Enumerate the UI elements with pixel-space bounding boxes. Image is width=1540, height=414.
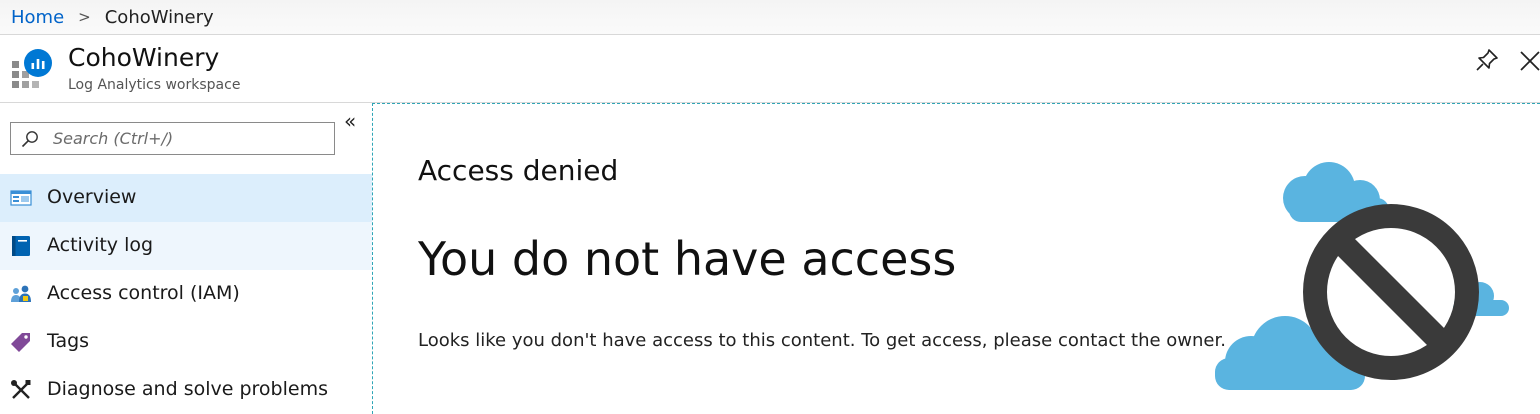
menu-search-box[interactable] (10, 122, 335, 155)
activity-log-icon (12, 236, 30, 256)
search-icon (21, 131, 38, 148)
tag-icon (11, 333, 30, 352)
log-analytics-workspace-icon (12, 49, 52, 88)
page-title: CohoWinery (68, 43, 220, 72)
menu-item-access-control[interactable]: Access control (IAM) (0, 270, 372, 318)
access-denied-message: Looks like you don't have access to this… (418, 330, 1226, 351)
menu-item-diagnose[interactable]: Diagnose and solve problems (0, 366, 372, 414)
resource-menu-list: Overview Activity log Access control (IA… (0, 174, 372, 414)
access-denied-eyebrow: Access denied (418, 154, 619, 187)
menu-item-label: Overview (47, 186, 137, 208)
pin-icon[interactable] (1474, 47, 1500, 73)
overview-icon (10, 190, 32, 206)
breadcrumb: Home > CohoWinery (0, 0, 1540, 35)
access-control-icon (11, 285, 31, 302)
page-subtitle: Log Analytics workspace (68, 77, 241, 93)
resource-menu: « Overview Activity log (0, 103, 372, 414)
wrench-icon (11, 380, 31, 399)
access-denied-headline: You do not have access (418, 232, 957, 286)
access-denied-panel: Access denied You do not have access Loo… (372, 103, 1540, 414)
breadcrumb-home-link[interactable]: Home (11, 7, 64, 28)
search-input[interactable] (53, 126, 323, 150)
close-icon[interactable] (1518, 47, 1540, 73)
menu-item-overview[interactable]: Overview (0, 174, 372, 222)
menu-item-label: Tags (47, 330, 90, 352)
menu-item-label: Access control (IAM) (47, 282, 240, 304)
no-access-clouds-illustration (1215, 162, 1509, 390)
collapse-menu-button[interactable]: « (344, 111, 356, 131)
menu-item-tags[interactable]: Tags (0, 318, 372, 366)
breadcrumb-current: CohoWinery (104, 6, 214, 28)
breadcrumb-separator: > (78, 8, 91, 26)
menu-item-label: Activity log (47, 234, 154, 256)
resource-header: CohoWinery Log Analytics workspace (0, 36, 1540, 103)
menu-item-activity-log[interactable]: Activity log (0, 222, 372, 270)
menu-item-label: Diagnose and solve problems (47, 378, 328, 400)
